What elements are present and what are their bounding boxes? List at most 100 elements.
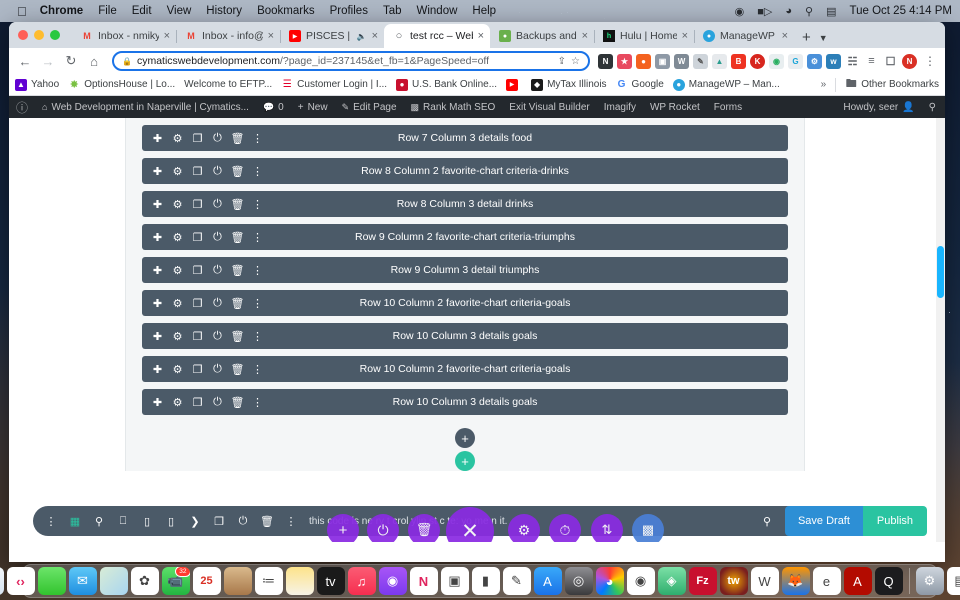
kebab-menu-icon[interactable]: ⋮ xyxy=(252,264,263,277)
photos-icon[interactable]: ✿ xyxy=(131,567,159,595)
app-store-icon[interactable]: A xyxy=(534,567,562,595)
gear-icon[interactable]: ⚙ xyxy=(172,264,183,277)
quicktime-icon[interactable]: Q xyxy=(875,567,903,595)
filezilla-icon[interactable]: Fz xyxy=(689,567,717,595)
news-icon[interactable]: N xyxy=(410,567,438,595)
tab-pisces-playlist[interactable]: ▶ PISCES | Liste 🔈 × xyxy=(280,24,384,48)
stickies-icon[interactable]: ▤ xyxy=(947,567,960,595)
edge-icon[interactable]: e xyxy=(813,567,841,595)
menu-profiles[interactable]: Profiles xyxy=(330,5,368,17)
page-scrollbar-thumb[interactable] xyxy=(937,246,944,298)
home-icon[interactable]: ⌂ xyxy=(84,51,104,71)
bookmark-mytax-illinois[interactable]: ◆ MyTax Illinois xyxy=(531,79,606,91)
menu-history[interactable]: History xyxy=(206,5,242,17)
other-bookmarks-button[interactable]: 🖿 Other Bookmarks xyxy=(845,79,939,91)
moz-icon[interactable]: G xyxy=(788,54,803,69)
close-tab-icon[interactable]: × xyxy=(164,30,170,42)
wifi-icon[interactable]: ◕ xyxy=(785,5,792,17)
gear-icon[interactable]: ⚙ xyxy=(172,297,183,310)
trash-icon[interactable]: 🗑 xyxy=(232,165,243,178)
safari-icon[interactable]: 🧭 xyxy=(0,567,4,595)
toggle-power-icon[interactable]: ⏻ xyxy=(212,396,223,409)
zoom-icon[interactable]: ⚲ xyxy=(93,515,105,528)
minimize-window-button[interactable] xyxy=(34,30,44,40)
firefox-icon[interactable]: 🦊 xyxy=(782,567,810,595)
grasshopper-icon[interactable]: ◉ xyxy=(769,54,784,69)
module-row[interactable]: ✚ ⚙ ❐ ⏻ 🗑 ⋮ Row 10 Column 2 favorite-cha… xyxy=(142,356,788,382)
notion-icon[interactable]: N xyxy=(598,54,613,69)
bookmark-usbank[interactable]: ● U.S. Bank Online... xyxy=(396,79,497,91)
seo-icon[interactable]: ⚙ xyxy=(807,54,822,69)
tab-inbox-info-cym[interactable]: M Inbox - info@cym × xyxy=(176,24,280,48)
add-module-button[interactable]: + xyxy=(455,428,475,448)
podcasts-icon[interactable]: ◉ xyxy=(379,567,407,595)
search-icon[interactable]: ⚲ xyxy=(922,102,938,113)
system-prefs-icon[interactable]: ⚙ xyxy=(916,567,944,595)
profile-avatar[interactable]: N xyxy=(902,54,917,69)
maps-icon[interactable] xyxy=(100,567,128,595)
bookmark-youtube[interactable]: ▶ xyxy=(506,79,522,91)
kebab-menu-icon[interactable]: ⋮ xyxy=(252,165,263,178)
gear-icon[interactable]: ⚙ xyxy=(172,132,183,145)
reload-icon[interactable]: ↻ xyxy=(61,51,81,71)
overlay-sort-button[interactable]: ⇅ xyxy=(591,514,623,542)
close-window-button[interactable] xyxy=(18,30,28,40)
move-icon[interactable]: ✚ xyxy=(152,165,163,178)
move-icon[interactable]: ✚ xyxy=(152,396,163,409)
close-tab-icon[interactable]: × xyxy=(782,30,788,42)
duplicate-icon[interactable]: ❐ xyxy=(192,297,203,310)
wp-icon[interactable]: w xyxy=(826,54,841,69)
wordpress-icon[interactable]: W xyxy=(674,54,689,69)
chrome-icon[interactable]: ◉ xyxy=(627,567,655,595)
trash-icon[interactable]: 🗑 xyxy=(232,330,243,343)
tab-audio-playing-icon[interactable]: 🔈 xyxy=(357,32,367,41)
sidebar-icon[interactable]: ☐ xyxy=(883,54,898,69)
overlay-stats-button[interactable]: ▩ xyxy=(632,514,664,542)
menu-file[interactable]: File xyxy=(98,5,117,17)
menu-chrome[interactable]: Chrome xyxy=(40,5,83,17)
duplicate-icon[interactable]: ❐ xyxy=(213,515,225,528)
duplicate-icon[interactable]: ❐ xyxy=(192,198,203,211)
mail-icon[interactable]: ✉ xyxy=(69,567,97,595)
maximize-window-button[interactable] xyxy=(50,30,60,40)
kebab-menu-icon[interactable]: ⋮ xyxy=(45,515,57,528)
menubar-clock[interactable]: Tue Oct 25 4:14 PM xyxy=(850,5,952,17)
responsive-icon[interactable]: ❯ xyxy=(189,515,201,528)
save-draft-button[interactable]: Save Draft xyxy=(785,506,863,536)
site-name-menu[interactable]: ⌂ Web Development in Naperville | Cymati… xyxy=(35,102,256,113)
rank-math-seo-menu[interactable]: ▩ Rank Math SEO xyxy=(404,102,503,113)
gear-icon[interactable]: ⚙ xyxy=(172,165,183,178)
phone-icon[interactable]: ▯ xyxy=(165,515,177,528)
bookmarks-overflow-button[interactable]: » xyxy=(821,79,827,90)
comments-menu[interactable]: 💬 0 xyxy=(256,102,291,113)
module-row[interactable]: ✚ ⚙ ❐ ⏻ 🗑 ⋮ Row 8 Column 3 detail drinks xyxy=(142,191,788,217)
bookmark-yahoo[interactable]: ▲ Yahoo xyxy=(15,79,59,91)
kebab-menu-icon[interactable]: ⋮ xyxy=(252,231,263,244)
module-row[interactable]: ✚ ⚙ ❐ ⏻ 🗑 ⋮ Row 9 Column 2 favorite-char… xyxy=(142,224,788,250)
close-tab-icon[interactable]: × xyxy=(268,30,274,42)
overlay-toggle-power-button[interactable]: ⏻ xyxy=(367,514,399,542)
kebab-menu-icon[interactable]: ⋮ xyxy=(252,132,263,145)
color-wheel-icon[interactable]: ◕ xyxy=(596,567,624,595)
kebab-menu-icon[interactable]: ⋮ xyxy=(252,297,263,310)
module-row[interactable]: ✚ ⚙ ❐ ⏻ 🗑 ⋮ Row 10 Column 3 details goal… xyxy=(142,389,788,415)
kebab-menu-icon[interactable]: ⋮ xyxy=(252,396,263,409)
move-icon[interactable]: ✚ xyxy=(152,363,163,376)
puzzle-extensions-icon[interactable]: ☵ xyxy=(845,54,860,69)
address-bar[interactable]: 🔒 cymaticswebdevelopment.com/?page_id=23… xyxy=(112,51,590,71)
toggle-power-icon[interactable]: ⏻ xyxy=(212,330,223,343)
module-row[interactable]: ✚ ⚙ ❐ ⏻ 🗑 ⋮ Row 10 Column 3 details goal… xyxy=(142,323,788,349)
move-icon[interactable]: ✚ xyxy=(152,297,163,310)
appletv-icon[interactable]: tv xyxy=(317,567,345,595)
calendar-icon[interactable]: 25 xyxy=(193,567,221,595)
page-scrollbar[interactable] xyxy=(936,118,945,542)
vscode-icon[interactable]: ‹› xyxy=(7,567,35,595)
close-tab-icon[interactable]: × xyxy=(682,30,688,42)
menu-tab[interactable]: Tab xyxy=(383,5,402,17)
back-arrow-icon[interactable]: ← xyxy=(15,51,35,71)
music-icon[interactable]: ♫ xyxy=(348,567,376,595)
facetime-icon[interactable]: 📹 32 xyxy=(162,567,190,595)
duplicate-icon[interactable]: ❐ xyxy=(192,363,203,376)
kebab-menu-icon[interactable]: ⋮ xyxy=(252,330,263,343)
tab-test-rcc-active[interactable]: ○ test rcc – Web De × xyxy=(384,24,490,48)
